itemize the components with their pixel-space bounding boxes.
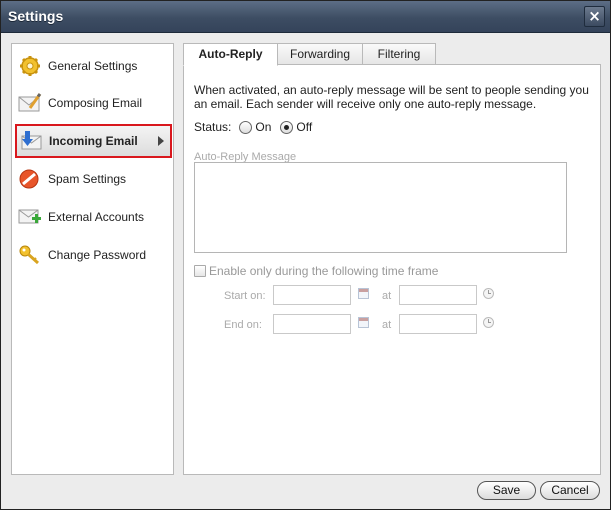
window-title: Settings <box>8 8 64 24</box>
clock-icon[interactable] <box>483 317 494 328</box>
envelope-add-icon <box>18 206 44 228</box>
status-label: Status: <box>194 120 232 134</box>
status-row: Status: On Off <box>194 120 321 134</box>
status-off-label: Off <box>296 120 313 134</box>
sidebar-item-label: Incoming Email <box>49 134 138 148</box>
settings-sidebar: General Settings Composing Email Incomin… <box>11 43 174 475</box>
close-icon: × <box>588 7 601 25</box>
envelope-compose-icon <box>18 92 44 114</box>
status-off-option[interactable]: Off <box>280 120 312 134</box>
title-bar: Settings × <box>1 1 610 33</box>
status-on-label: On <box>255 120 272 134</box>
sidebar-item-label: External Accounts <box>48 210 145 224</box>
no-entry-icon <box>18 168 44 190</box>
auto-reply-description: When activated, an auto-reply message wi… <box>194 83 589 111</box>
settings-window: Settings × General Settings Composing Em… <box>0 0 611 510</box>
sidebar-item-spam-settings[interactable]: Spam Settings <box>16 164 171 194</box>
chevron-right-icon <box>158 136 164 146</box>
sidebar-item-general-settings[interactable]: General Settings <box>16 51 171 81</box>
auto-reply-panel: When activated, an auto-reply message wi… <box>183 64 601 475</box>
tab-auto-reply[interactable]: Auto-Reply <box>183 43 278 66</box>
save-button[interactable]: Save <box>477 481 536 500</box>
end-on-label: End on: <box>224 319 262 331</box>
close-button[interactable]: × <box>584 6 605 27</box>
status-on-radio[interactable] <box>239 120 253 134</box>
sidebar-item-incoming-email[interactable]: Incoming Email <box>15 124 172 158</box>
end-time-input[interactable] <box>399 314 477 334</box>
status-off-radio[interactable] <box>280 120 294 134</box>
sidebar-item-external-accounts[interactable]: External Accounts <box>16 202 171 232</box>
timeframe-checkbox[interactable] <box>194 265 206 277</box>
auto-reply-message-textarea[interactable] <box>194 162 567 253</box>
tab-forwarding[interactable]: Forwarding <box>277 43 363 65</box>
sidebar-item-change-password[interactable]: Change Password <box>16 240 171 270</box>
cancel-button[interactable]: Cancel <box>540 481 600 500</box>
sidebar-item-label: Spam Settings <box>48 172 127 186</box>
start-at-label: at <box>382 290 392 302</box>
sidebar-item-label: Change Password <box>48 248 147 262</box>
start-date-input[interactable] <box>273 285 351 305</box>
calendar-icon[interactable] <box>358 288 369 299</box>
timeframe-row[interactable]: Enable only during the following time fr… <box>194 264 438 278</box>
clock-icon[interactable] <box>483 288 494 299</box>
end-at-label: at <box>382 319 392 331</box>
end-date-input[interactable] <box>273 314 351 334</box>
key-icon <box>18 244 44 266</box>
sidebar-item-composing-email[interactable]: Composing Email <box>16 88 171 118</box>
sidebar-item-label: General Settings <box>48 59 138 73</box>
start-time-input[interactable] <box>399 285 477 305</box>
timeframe-label: Enable only during the following time fr… <box>209 264 439 278</box>
calendar-icon[interactable] <box>358 317 369 328</box>
inbox-download-icon <box>19 130 45 152</box>
gear-icon <box>18 55 44 77</box>
start-on-label: Start on: <box>224 290 266 302</box>
status-on-option[interactable]: On <box>239 120 271 134</box>
tab-filtering[interactable]: Filtering <box>362 43 436 65</box>
sidebar-item-label: Composing Email <box>48 96 143 110</box>
